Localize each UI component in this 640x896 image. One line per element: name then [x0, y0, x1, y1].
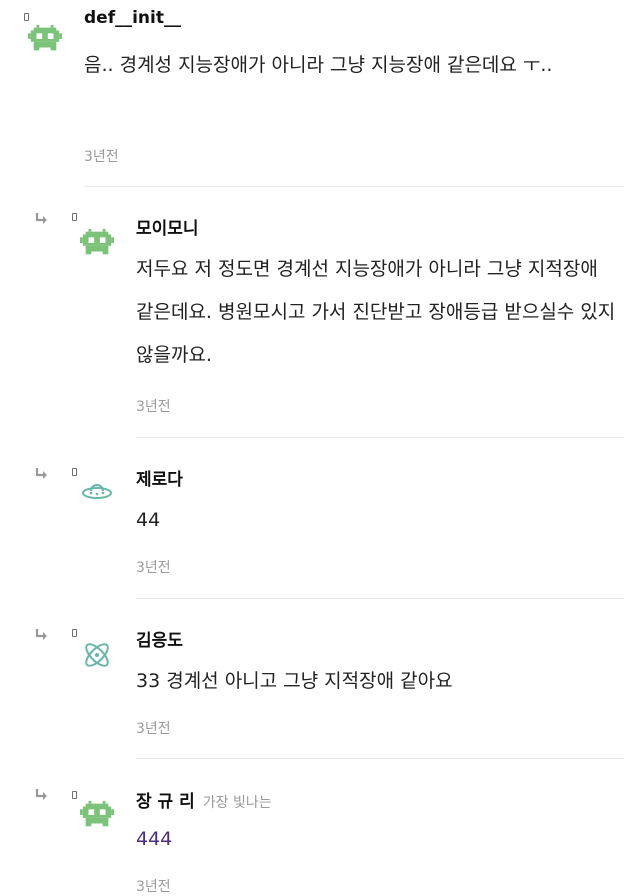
- pixel-robot-icon[interactable]: [80, 226, 114, 260]
- comment-item: def__init__ 음.. 경계성 지능장애가 아니라 그냥 지능장애 같은…: [0, 0, 640, 190]
- author-name[interactable]: def__init__: [84, 8, 181, 28]
- comment-marker-icon: [72, 213, 77, 221]
- timestamp: 3년전: [136, 399, 171, 415]
- comment-text: 저두요 저 정도면 경계선 지능장애가 아니라 그냥 지적장애 같은데요. 병원…: [136, 258, 616, 366]
- author-name-text: 장 규 리: [136, 792, 195, 812]
- divider: [84, 186, 624, 187]
- author-badge: 가장 빛나는: [202, 795, 272, 811]
- reply-item: 김응도 33 경계선 아니고 그냥 지적장애 같아요 3년전: [0, 616, 640, 756]
- reply-arrow-icon: [35, 213, 47, 224]
- reply-arrow-icon: [35, 468, 47, 479]
- timestamp: 3년전: [136, 879, 171, 895]
- comment-text: 33 경계선 아니고 그냥 지적장애 같아요: [136, 670, 453, 692]
- comment-text: 44: [136, 509, 161, 531]
- timestamp: 3년전: [136, 721, 171, 737]
- comment-marker-icon: [72, 629, 77, 637]
- timestamp: 3년전: [136, 560, 171, 576]
- author-name[interactable]: 김응도: [136, 626, 183, 651]
- reply-item: 장 규 리 가장 빛나는 444 3년전: [0, 778, 640, 896]
- atom-icon[interactable]: [80, 638, 114, 672]
- pixel-robot-icon[interactable]: [28, 22, 62, 56]
- ufo-icon[interactable]: [80, 475, 114, 509]
- divider: [136, 758, 624, 759]
- author-name[interactable]: 제로다: [136, 465, 183, 490]
- timestamp: 3년전: [84, 149, 119, 165]
- reply-arrow-icon: [35, 629, 47, 640]
- reply-item: 제로다 44 3년전: [0, 455, 640, 595]
- reply-arrow-icon: [35, 789, 47, 800]
- reply-item: 모이모니 저두요 저 정도면 경계선 지능장애가 아니라 그냥 지적장애 같은데…: [0, 200, 640, 440]
- author-name[interactable]: 모이모니: [136, 214, 199, 239]
- divider: [136, 598, 624, 599]
- comment-marker-icon: [24, 13, 29, 21]
- author-name[interactable]: 장 규 리 가장 빛나는: [136, 787, 272, 812]
- comment-marker-icon: [72, 468, 77, 476]
- comment-marker-icon: [72, 791, 77, 799]
- comment-text: 음.. 경계성 지능장애가 아니라 그냥 지능장애 같은데요 ㅜ..: [84, 54, 553, 76]
- divider: [136, 437, 624, 438]
- pixel-robot-icon[interactable]: [80, 798, 114, 832]
- comment-text: 444: [136, 828, 173, 850]
